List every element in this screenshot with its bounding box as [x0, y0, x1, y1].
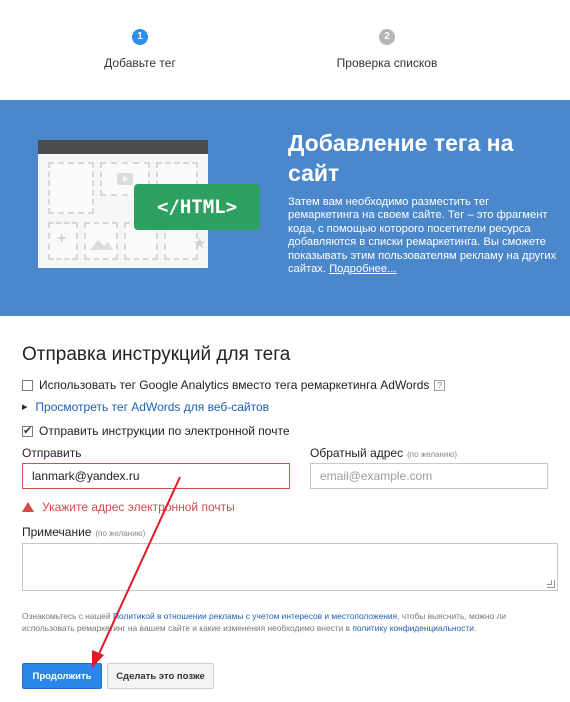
- reply-to-label: Обратный адрес: [310, 446, 404, 460]
- privacy-policy-link[interactable]: политику конфиденциальности: [352, 623, 474, 633]
- stepper: 1 Добавьте тег 2 Проверка списков: [0, 0, 570, 100]
- do-later-button[interactable]: Сделать это позже: [107, 663, 214, 689]
- send-email-row: Отправить инструкции по электронной почт…: [22, 424, 290, 438]
- reply-to-email-input[interactable]: email@example.com: [310, 463, 548, 489]
- use-ga-label: Использовать тег Google Analytics вместо…: [39, 378, 430, 392]
- intro-banner: + ★ </HTML> Добавление тега на сайт Зате…: [0, 100, 570, 316]
- resize-handle-icon[interactable]: [547, 580, 555, 588]
- note-optional: (по желанию): [95, 529, 146, 538]
- illustration-browser-bar: [38, 140, 208, 154]
- email-error-message: Укажите адрес электронной почты: [22, 500, 235, 514]
- send-to-label: Отправить: [22, 446, 82, 460]
- use-ga-row: Использовать тег Google Analytics вместо…: [22, 378, 446, 392]
- image-icon: [90, 240, 113, 250]
- help-icon[interactable]: ?: [434, 379, 446, 391]
- step-1-label: Добавьте тег: [104, 56, 176, 70]
- illustration-image-block: [84, 222, 118, 260]
- star-icon: ★: [193, 235, 207, 252]
- send-to-email-input[interactable]: lanmark@yandex.ru: [22, 463, 290, 489]
- illustration-placeholder-block: [48, 162, 94, 214]
- reply-to-label-wrap: Обратный адрес (по желанию): [310, 446, 457, 460]
- use-ga-checkbox[interactable]: [22, 379, 33, 391]
- view-adwords-tag-link[interactable]: Просмотреть тег AdWords для веб-сайтов: [35, 400, 269, 414]
- plus-icon: +: [57, 230, 67, 247]
- footnote-text-3: .: [473, 622, 477, 633]
- note-textarea[interactable]: [22, 543, 558, 591]
- banner-description: Затем вам необходимо разместить тег рема…: [288, 196, 558, 276]
- html-code-badge: </HTML>: [134, 184, 260, 230]
- learn-more-link[interactable]: Подробнее...: [329, 263, 396, 275]
- note-label: Примечание: [22, 525, 92, 539]
- illustration-plus-block: +: [48, 222, 78, 260]
- step-2-number: 2: [379, 29, 395, 45]
- footnote-text-1: Ознакомьтесь с нашей: [22, 611, 113, 621]
- note-label-wrap: Примечание (по желанию): [22, 525, 145, 539]
- continue-button[interactable]: Продолжить: [22, 663, 102, 689]
- step-1-number: 1: [132, 29, 148, 45]
- step-1[interactable]: 1 Добавьте тег: [40, 26, 240, 70]
- section-title: Отправка инструкций для тега: [22, 344, 291, 365]
- ads-policy-link[interactable]: Политикой в отношении рекламы с учетом и…: [113, 611, 397, 621]
- policy-footnote: Ознакомьтесь с нашей Политикой в отношен…: [22, 611, 552, 634]
- reply-to-optional: (по желанию): [407, 450, 457, 459]
- step-2[interactable]: 2 Проверка списков: [287, 26, 487, 70]
- error-text: Укажите адрес электронной почты: [42, 500, 235, 514]
- step-2-label: Проверка списков: [336, 56, 438, 70]
- send-email-checkbox[interactable]: [22, 424, 33, 437]
- view-tag-row: ▶ Просмотреть тег AdWords для веб-сайтов: [22, 400, 269, 414]
- warning-icon: [22, 502, 34, 512]
- banner-title: Добавление тега на сайт: [288, 130, 514, 186]
- expand-triangle-icon[interactable]: ▶: [22, 403, 27, 411]
- send-email-label: Отправить инструкции по электронной почт…: [39, 424, 290, 438]
